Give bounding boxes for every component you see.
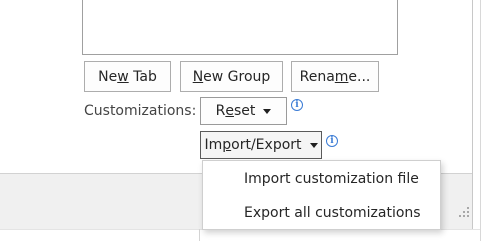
reset-dropdown-button[interactable]: Re set <box>200 97 287 125</box>
footer-column-divider <box>199 229 200 241</box>
new-group-label-suffix: ew Group <box>203 68 271 85</box>
import-export-label-prefix: Im <box>204 137 223 153</box>
reset-label-prefix: R <box>215 103 226 119</box>
new-group-button[interactable]: New Group <box>180 61 283 92</box>
rename-button[interactable]: Rena m e... <box>291 61 379 92</box>
rename-label-prefix: Rena <box>299 68 335 85</box>
chevron-down-icon <box>263 108 272 114</box>
new-tab-label-prefix: Ne <box>98 68 118 85</box>
import-export-dropdown-button[interactable]: Im p ort/Export <box>200 131 322 159</box>
reset-label-suffix: set <box>233 103 256 119</box>
info-icon[interactable]: i <box>326 135 338 147</box>
new-group-mnemonic: N <box>192 68 204 85</box>
reset-mnemonic: e <box>225 103 234 119</box>
new-tab-button[interactable]: Ne w Tab <box>84 61 171 92</box>
new-tab-label-suffix: Tab <box>128 68 157 85</box>
menu-item-import-customization-file[interactable]: Import customization file <box>203 162 440 196</box>
rename-label-suffix: e... <box>348 68 371 85</box>
new-tab-mnemonic: w <box>117 68 129 85</box>
import-export-label-suffix: ort/Export <box>231 137 302 153</box>
import-export-menu: Import customization file Export all cus… <box>202 160 441 230</box>
ribbon-tabs-list[interactable] <box>82 0 398 55</box>
rename-mnemonic: m <box>334 68 349 85</box>
chevron-down-icon <box>309 142 318 148</box>
resize-grip-icon[interactable] <box>456 204 470 218</box>
menu-item-export-all-customizations[interactable]: Export all customizations <box>203 196 440 230</box>
import-export-mnemonic: p <box>222 137 232 153</box>
dialog-border <box>472 0 473 229</box>
info-icon[interactable]: i <box>291 99 303 111</box>
customizations-label: Customizations: <box>84 103 197 119</box>
